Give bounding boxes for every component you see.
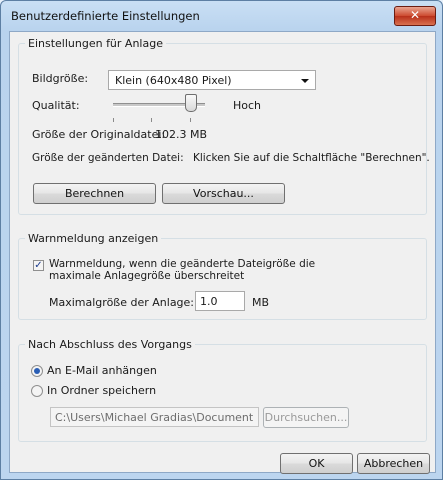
- slider-tick: [151, 118, 152, 122]
- warning-checkbox-label-line1[interactable]: Warnmeldung, wenn die geänderte Dateigrö…: [49, 258, 315, 270]
- max-size-value: 1.0: [200, 295, 218, 308]
- preview-button[interactable]: Vorschau...: [162, 183, 285, 204]
- quality-label: Qualität:: [32, 99, 80, 112]
- dialog-window: Benutzerdefinierte Einstellungen ✕ Einst…: [0, 0, 443, 480]
- title-bar[interactable]: Benutzerdefinierte Einstellungen ✕: [1, 1, 442, 29]
- warning-checkbox[interactable]: ✓: [33, 260, 44, 271]
- attach-to-email-radio[interactable]: [31, 365, 43, 377]
- max-size-input[interactable]: 1.0: [195, 291, 245, 311]
- warning-checkbox-label-line2[interactable]: maximale Anlagegröße überschreitet: [49, 270, 244, 282]
- dialog-client-area: Einstellungen für Anlage Bildgröße: Klei…: [9, 31, 436, 474]
- changed-size-label: Größe der geänderten Datei:: [32, 152, 184, 164]
- folder-path-value: C:\Users\Michael Gradias\Document: [55, 411, 254, 424]
- chevron-down-icon: [301, 79, 309, 83]
- cancel-button[interactable]: Abbrechen: [357, 453, 430, 474]
- quality-value-label: Hoch: [233, 99, 262, 112]
- close-icon: ✕: [409, 8, 421, 22]
- save-in-folder-radio[interactable]: [31, 385, 43, 397]
- image-size-value: Klein (640x480 Pixel): [115, 74, 232, 87]
- calculate-button[interactable]: Berechnen: [33, 183, 156, 204]
- slider-tick: [113, 118, 114, 122]
- save-in-folder-label[interactable]: In Ordner speichern: [47, 384, 156, 397]
- attach-to-email-label[interactable]: An E-Mail anhängen: [47, 364, 157, 377]
- after-completion-legend: Nach Abschluss des Vorgangs: [28, 338, 192, 351]
- slider-tick: [190, 118, 191, 122]
- original-size-label: Größe der Originaldatei:: [32, 128, 166, 141]
- max-size-unit: MB: [252, 296, 270, 309]
- warning-legend: Warnmeldung anzeigen: [28, 232, 159, 245]
- original-size-value: 102.3 MB: [155, 128, 208, 141]
- close-button[interactable]: ✕: [394, 6, 436, 26]
- max-size-label: Maximalgröße der Anlage:: [49, 296, 195, 309]
- image-size-dropdown[interactable]: Klein (640x480 Pixel): [108, 70, 316, 90]
- attachment-settings-legend: Einstellungen für Anlage: [28, 37, 163, 50]
- changed-size-value: Klicken Sie auf die Schaltfläche "Berech…: [193, 152, 430, 164]
- window-title: Benutzerdefinierte Einstellungen: [11, 9, 200, 23]
- browse-button[interactable]: Durchsuchen...: [263, 407, 349, 428]
- folder-path-input[interactable]: C:\Users\Michael Gradias\Document: [50, 407, 259, 427]
- image-size-label: Bildgröße:: [32, 72, 89, 85]
- quality-slider-thumb[interactable]: [185, 94, 197, 112]
- ok-button[interactable]: OK: [280, 453, 353, 474]
